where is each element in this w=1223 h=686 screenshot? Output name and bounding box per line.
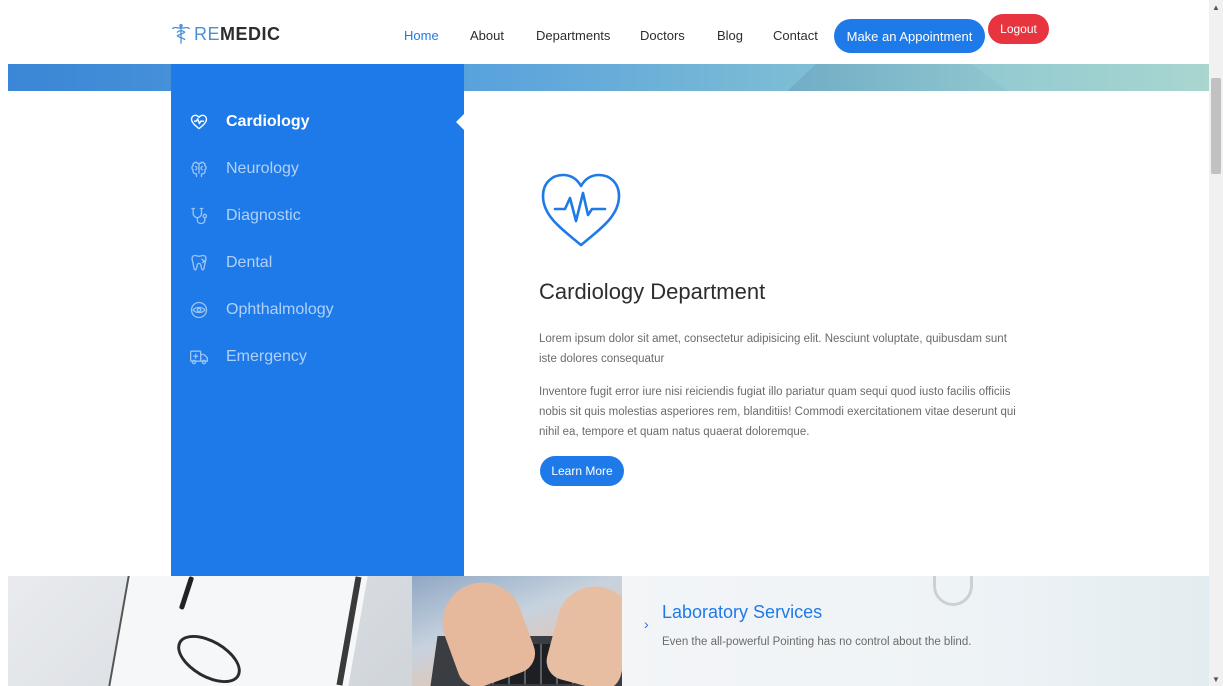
ambulance-icon — [190, 350, 208, 365]
brand-logo[interactable]: RE MEDIC — [170, 23, 281, 45]
sidebar-item-label: Ophthalmology — [226, 301, 334, 318]
department-details: Inventore fugit error iure nisi reiciend… — [539, 386, 1016, 438]
sidebar-item-dental[interactable]: Dental — [189, 253, 272, 273]
nav-doctors[interactable]: Doctors — [640, 28, 685, 43]
sidebar-item-label: Cardiology — [226, 113, 310, 130]
scroll-down-icon[interactable]: ▼ — [1209, 672, 1223, 686]
sidebar-item-diagnostic[interactable]: Diagnostic — [189, 206, 301, 226]
sidebar-item-emergency[interactable]: Emergency — [189, 347, 307, 367]
make-appointment-button[interactable]: Make an Appointment — [834, 19, 985, 53]
brand-suffix: MEDIC — [220, 23, 281, 44]
sidebar-item-label: Emergency — [226, 348, 307, 365]
hero-image-shape — [787, 64, 1008, 91]
department-title: Cardiology Department — [539, 279, 766, 304]
heart-pulse-icon — [541, 173, 621, 247]
brand-prefix: RE — [194, 23, 221, 44]
service-description: Even the all-powerful Pointing has no co… — [662, 636, 972, 648]
eye-icon — [190, 301, 208, 319]
scroll-thumb[interactable] — [1211, 78, 1221, 174]
sidebar-item-ophthalmology[interactable]: Ophthalmology — [189, 300, 334, 320]
sidebar-item-label: Dental — [226, 254, 273, 271]
sidebar-item-label: Diagnostic — [226, 207, 301, 224]
chevron-right-icon[interactable]: › — [644, 616, 649, 632]
scroll-up-icon[interactable]: ▲ — [1209, 0, 1223, 14]
brain-icon — [191, 161, 207, 178]
services-band: › Laboratory Services Even the all-power… — [8, 576, 1209, 686]
learn-more-button[interactable]: Learn More — [540, 456, 624, 486]
logout-button[interactable]: Logout — [988, 14, 1049, 44]
sidebar-item-neurology[interactable]: Neurology — [189, 159, 299, 179]
sidebar-item-cardiology[interactable]: Cardiology — [189, 112, 310, 132]
nav-contact[interactable]: Contact — [773, 28, 818, 43]
heart-pulse-icon — [190, 114, 208, 130]
nav-about[interactable]: About — [470, 28, 504, 43]
service-card — [622, 576, 1209, 686]
page-scrollbar[interactable]: ▲ ▼ — [1209, 0, 1223, 686]
navbar: RE MEDIC Home About Departments Doctors B… — [0, 0, 1209, 64]
stethoscope-icon — [191, 207, 208, 225]
service-title[interactable]: Laboratory Services — [662, 602, 822, 623]
sidebar-item-label: Neurology — [226, 160, 299, 177]
tooth-icon — [191, 254, 207, 271]
nav-home[interactable]: Home — [404, 28, 439, 43]
department-content: Cardiology Department Lorem ipsum dolor … — [464, 91, 1209, 576]
active-item-pointer — [456, 114, 464, 130]
department-description: Lorem ipsum dolor sit amet, consectetur … — [539, 333, 1007, 365]
nav-blog[interactable]: Blog — [717, 28, 743, 43]
caduceus-icon — [172, 24, 190, 44]
department-sidebar: Cardiology Neurology Diagnostic Dental O… — [171, 64, 464, 576]
nav-departments[interactable]: Departments — [536, 28, 610, 43]
